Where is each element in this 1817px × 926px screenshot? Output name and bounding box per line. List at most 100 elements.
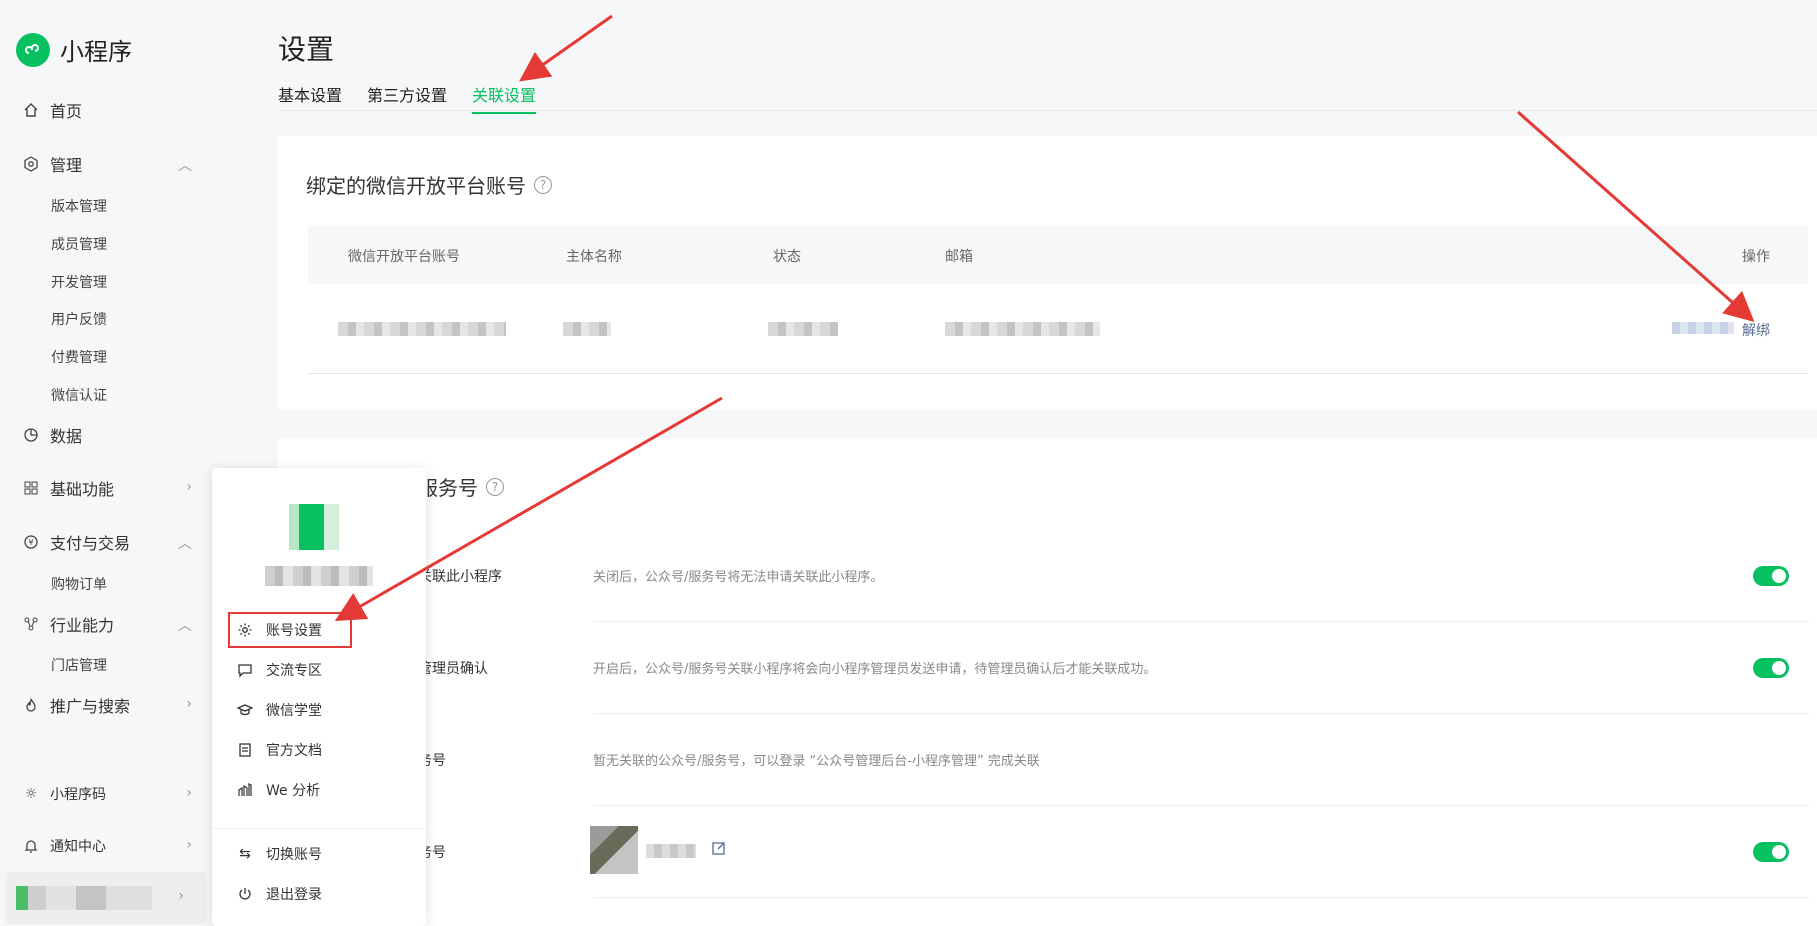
email-redacted <box>945 322 1100 336</box>
sidebar-item-label: 通知中心 <box>50 839 106 855</box>
menu-item-we-analytics[interactable]: We 分析 <box>236 780 320 800</box>
graduation-cap-icon <box>236 701 254 719</box>
entity-redacted <box>563 322 611 336</box>
service-account-card: 服务号 ? 关联此小程序 关闭后，公众号/服务号将无法申请关联此小程序。 管理员… <box>278 438 1817 926</box>
popup-avatar-redacted <box>289 504 339 550</box>
sidebar-item-notifications[interactable]: 通知中心 › <box>22 834 192 858</box>
sidebar-item-label: 数据 <box>50 427 83 446</box>
sidebar-item-label: 支付与交易 <box>50 534 131 553</box>
table-header: 微信开放平台账号 主体名称 状态 邮箱 操作 <box>308 226 1808 284</box>
sidebar-subitem-members[interactable]: 成员管理 <box>51 234 107 254</box>
chevron-right-icon: › <box>186 785 192 801</box>
home-icon <box>22 101 40 119</box>
sidebar-item-data[interactable]: 数据 <box>22 423 192 447</box>
service-name-redacted <box>646 844 696 858</box>
setting-label: 关联此小程序 <box>418 569 502 585</box>
document-icon <box>236 741 254 759</box>
help-icon[interactable]: ? <box>534 175 552 194</box>
setting-desc: 关闭后，公众号/服务号将无法申请关联此小程序。 <box>593 570 884 585</box>
chevron-right-icon: › <box>186 696 192 712</box>
chevron-up-icon: ︿ <box>178 618 192 634</box>
section-title-text: 服务号 <box>418 476 478 500</box>
chart-bars-icon <box>236 781 254 799</box>
sidebar-subitem-stores[interactable]: 门店管理 <box>51 655 107 675</box>
power-icon <box>236 885 254 903</box>
sidebar-item-industry[interactable]: 行业能力 ︿ <box>22 612 192 636</box>
switch-icon: ⇆ <box>239 846 251 862</box>
sidebar-item-label: 推广与搜索 <box>50 697 131 716</box>
sidebar-subitem-orders[interactable]: 购物订单 <box>51 574 107 594</box>
setting-row: 管理员确认 开启后，公众号/服务号关联小程序将会向小程序管理员发送申请，待管理员… <box>278 622 1817 714</box>
help-icon[interactable]: ? <box>486 477 504 496</box>
popup-name-redacted <box>265 566 373 586</box>
chevron-right-icon: › <box>186 479 192 495</box>
app-name: 小程序 <box>60 38 132 66</box>
section-title: 绑定的微信开放平台账号 ? <box>306 170 552 199</box>
arrow-to-tab <box>519 14 613 82</box>
page-title: 设置 <box>278 33 335 66</box>
flame-icon <box>22 696 40 714</box>
chevron-right-icon: › <box>186 837 192 853</box>
sidebar-item-label: 基础功能 <box>50 480 115 499</box>
menu-item-academy[interactable]: 微信学堂 <box>236 700 322 720</box>
row-divider <box>593 897 1809 898</box>
setting-desc: 暂无关联的公众号/服务号，可以登录 “公众号管理后台-小程序管理” 完成关联 <box>593 754 1040 769</box>
menu-item-label: 官方文档 <box>266 743 322 759</box>
sidebar-item-payment[interactable]: ¥ 支付与交易 ︿ <box>22 530 192 554</box>
chevron-up-icon: ︿ <box>178 536 192 552</box>
section-title: 服务号 ? <box>418 472 504 501</box>
menu-item-label: 交流专区 <box>266 663 322 679</box>
settings-hex-icon <box>22 155 40 173</box>
bell-icon <box>22 837 40 855</box>
menu-item-community[interactable]: 交流专区 <box>236 660 322 680</box>
unbind-link[interactable]: 解绑 <box>1742 320 1770 340</box>
admin-confirm-toggle[interactable] <box>1753 658 1789 678</box>
account-switcher[interactable]: › <box>6 872 206 924</box>
account-redacted <box>338 322 506 336</box>
chevron-right-icon: › <box>178 888 184 904</box>
edit-icon[interactable] <box>711 840 727 860</box>
sidebar-item-label: 小程序码 <box>50 787 106 803</box>
sidebar-item-manage[interactable]: 管理 ︿ <box>22 152 192 176</box>
sidebar-item-label: 行业能力 <box>50 616 115 635</box>
setting-row: 关联此小程序 关闭后，公众号/服务号将无法申请关联此小程序。 <box>278 530 1817 622</box>
sidebar-subitem-billing[interactable]: 付费管理 <box>51 347 107 367</box>
account-name-redacted <box>16 886 152 910</box>
service-toggle[interactable] <box>1753 842 1789 862</box>
menu-item-docs[interactable]: 官方文档 <box>236 740 322 760</box>
column-header: 主体名称 <box>566 249 622 265</box>
menu-item-label: 账号设置 <box>266 623 322 639</box>
allow-association-toggle[interactable] <box>1753 566 1789 586</box>
chat-icon <box>236 661 254 679</box>
sidebar-item-home[interactable]: 首页 <box>22 98 192 122</box>
menu-item-label: 切换账号 <box>266 847 322 863</box>
app-logo[interactable]: 小程序 <box>16 32 132 67</box>
menu-item-account-settings[interactable]: 账号设置 <box>236 620 322 640</box>
column-header: 状态 <box>773 249 801 265</box>
sidebar-item-promotion[interactable]: 推广与搜索 › <box>22 693 192 717</box>
menu-divider <box>212 828 426 829</box>
menu-item-switch-account[interactable]: ⇆ 切换账号 <box>236 844 322 864</box>
sidebar-item-label: 管理 <box>50 156 83 175</box>
status-redacted <box>768 322 838 336</box>
yen-icon: ¥ <box>22 533 40 551</box>
sidebar-item-basic[interactable]: 基础功能 › <box>22 476 192 500</box>
grid-icon <box>22 479 40 497</box>
gear-icon <box>236 621 254 639</box>
sidebar-subitem-version[interactable]: 版本管理 <box>51 196 107 216</box>
account-popup-menu: 账号设置 交流专区 微信学堂 官方文档 We 分析 ⇆ 切换账号 退出登录 <box>212 468 426 926</box>
menu-item-label: 微信学堂 <box>266 703 322 719</box>
setting-row: 务号 <box>278 806 1817 898</box>
menu-item-logout[interactable]: 退出登录 <box>236 884 322 904</box>
sidebar: 小程序 首页 管理 ︿ 版本管理 成员管理 开发管理 用户反馈 付费管理 微信认… <box>0 0 210 926</box>
sidebar-subitem-dev[interactable]: 开发管理 <box>51 272 107 292</box>
sidebar-subitem-verify[interactable]: 微信认证 <box>51 385 107 405</box>
nodes-icon <box>22 615 40 633</box>
chevron-up-icon: ︿ <box>178 158 192 174</box>
section-title-text: 绑定的微信开放平台账号 <box>306 174 526 198</box>
sidebar-subitem-feedback[interactable]: 用户反馈 <box>51 309 107 329</box>
setting-desc: 开启后，公众号/服务号关联小程序将会向小程序管理员发送申请，待管理员确认后才能关… <box>593 662 1157 677</box>
action-redacted <box>1672 322 1734 334</box>
open-platform-card: 绑定的微信开放平台账号 ? 微信开放平台账号 主体名称 状态 邮箱 操作 解绑 <box>278 136 1817 410</box>
sidebar-item-qrcode[interactable]: ☼ 小程序码 › <box>22 782 192 806</box>
